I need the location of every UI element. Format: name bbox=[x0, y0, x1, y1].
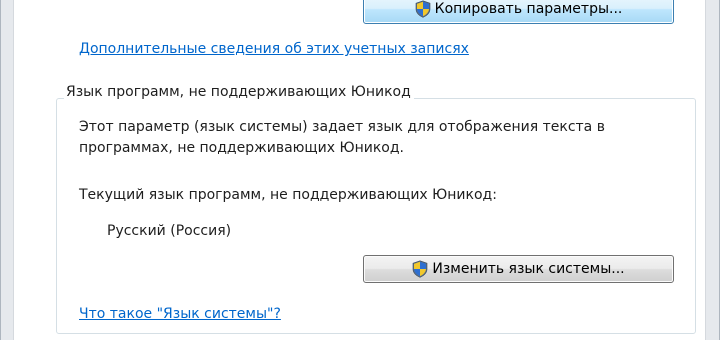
change-system-locale-button[interactable]: Изменить язык системы... bbox=[363, 255, 674, 283]
change-system-locale-label: Изменить язык системы... bbox=[432, 261, 625, 277]
groupbox-title: Язык программ, не поддерживающих Юникод bbox=[64, 84, 414, 100]
administrative-tab-panel: Копировать параметры... Дополнительные с… bbox=[13, 0, 706, 340]
copy-settings-button[interactable]: Копировать параметры... bbox=[363, 0, 674, 24]
current-locale-value: Русский (Россия) bbox=[107, 223, 232, 239]
what-is-system-locale-link[interactable]: Что такое "Язык системы"? bbox=[79, 306, 281, 322]
copy-settings-label: Копировать параметры... bbox=[434, 1, 623, 17]
current-locale-label: Текущий язык программ, не поддерживающих… bbox=[79, 187, 497, 203]
uac-shield-icon bbox=[415, 0, 431, 18]
dialog-window: Копировать параметры... Дополнительные с… bbox=[0, 0, 720, 340]
more-info-link[interactable]: Дополнительные сведения об этих учетных … bbox=[79, 41, 469, 57]
uac-shield-icon bbox=[412, 260, 428, 278]
system-locale-description: Этот параметр (язык системы) задает язык… bbox=[79, 119, 605, 156]
